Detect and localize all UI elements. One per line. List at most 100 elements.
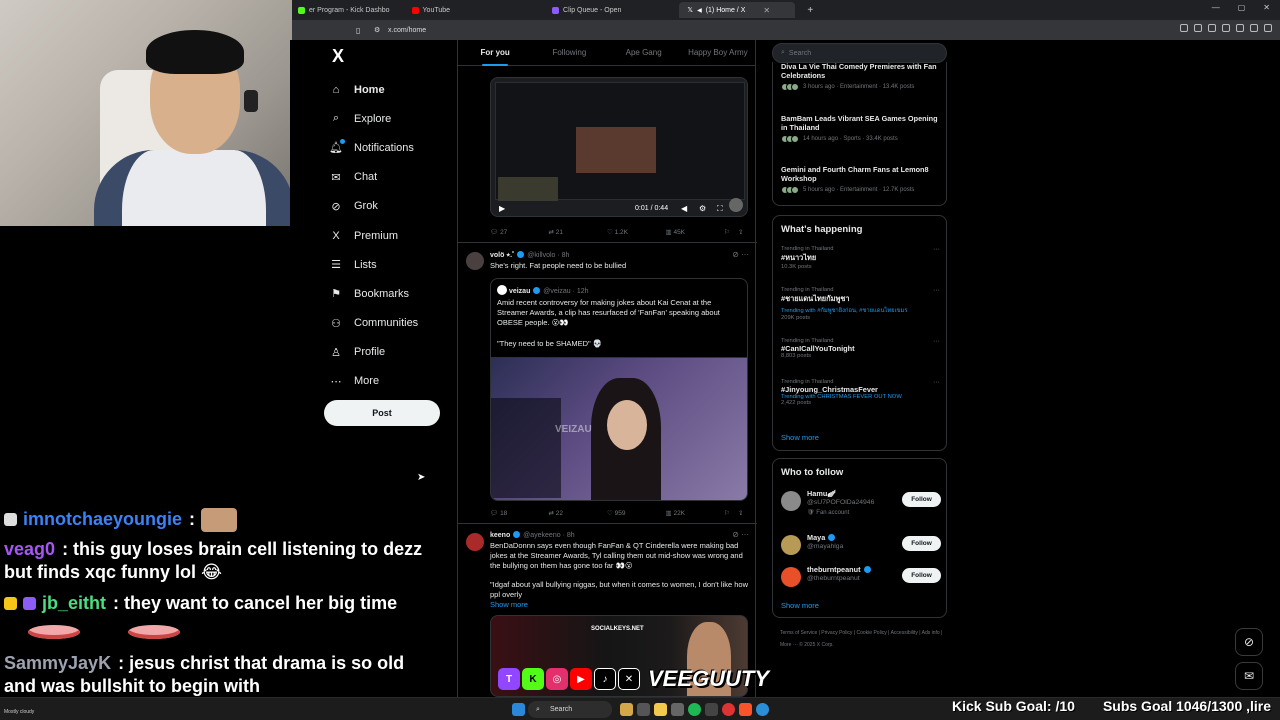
like-button[interactable]: ♡ 959	[607, 509, 666, 517]
more-options-icon[interactable]: ···	[933, 287, 940, 294]
taskbar-app-icon[interactable]	[756, 703, 769, 716]
trend-item[interactable]: Trending in Thailand #ชายแดนไทยกัมพูชา T…	[773, 287, 948, 321]
fullscreen-icon[interactable]: ⛶	[717, 204, 723, 214]
follow-suggestion[interactable]: Hamu🪽 @sU7POFOlDa24946 🛡 Fan account Fol…	[781, 489, 941, 516]
menu-icon[interactable]	[1264, 24, 1272, 32]
quote-video-thumbnail[interactable]: VEIZAU	[490, 357, 748, 501]
browser-tab-youtube[interactable]: YouTube	[404, 2, 459, 18]
sidebar-item-communities[interactable]: ⚇ Communities	[320, 309, 480, 338]
taskbar-app-icon[interactable]	[620, 703, 633, 716]
share-icon[interactable]: ⇪	[738, 509, 748, 517]
news-item[interactable]: Gemini and Fourth Charm Fans at Lemon8 W…	[773, 165, 948, 194]
share-icon[interactable]: ⇪	[738, 228, 748, 236]
sidebar-item-grok[interactable]: ⊘ Grok	[320, 192, 480, 221]
show-more-link[interactable]: Show more	[773, 601, 827, 610]
follow-button[interactable]: Follow	[902, 536, 941, 551]
extension-icon[interactable]	[1180, 24, 1188, 32]
trend-item[interactable]: Trending in Thailand #หนาวไทย 10.3K post…	[773, 246, 948, 270]
sidebar-item-explore[interactable]: ⌕ Explore	[320, 104, 480, 133]
follow-suggestion[interactable]: Maya @mayahlga Follow	[781, 533, 941, 559]
settings-icon[interactable]: ⚙	[699, 204, 706, 213]
volume-icon[interactable]: ◀	[681, 204, 687, 213]
author-handle[interactable]: @ayekeeno	[523, 532, 560, 539]
show-more-link[interactable]: Show more	[490, 600, 528, 610]
more-options-icon[interactable]: ···	[933, 246, 940, 253]
reply-button[interactable]: 💬︎ 27	[490, 228, 549, 236]
bookmark-icon[interactable]: ⚐	[724, 509, 738, 517]
more-options-icon[interactable]: ···	[933, 338, 940, 345]
browser-tab-x-home[interactable]: 𝕏 ◀ (1) Home / X ✕	[679, 2, 796, 18]
tab-ape-gang[interactable]: Ape Gang	[607, 40, 681, 66]
avatar[interactable]	[466, 252, 484, 270]
tab-for-you[interactable]: For you	[458, 40, 532, 66]
more-options-icon[interactable]: ⊘ ···	[732, 250, 749, 259]
extension-icon[interactable]	[1194, 24, 1202, 32]
views-button[interactable]: ▥ 22K	[666, 509, 725, 517]
grok-float-button[interactable]: ⊘	[1235, 628, 1263, 656]
tweet-video[interactable]: ▶ 0:01 / 0:44 ◀ ⚙ ⛶	[490, 77, 748, 217]
chrome-icon[interactable]	[722, 703, 735, 716]
sidebar-item-home[interactable]: ⌂ Home	[320, 75, 480, 104]
footer-links[interactable]: Terms of Service | Privacy Policy | Cook…	[780, 627, 950, 651]
avatar[interactable]	[466, 533, 484, 551]
more-options-icon[interactable]: ···	[933, 379, 940, 386]
views-button[interactable]: ▥ 45K	[666, 228, 725, 236]
follow-suggestion[interactable]: theburntpeanut @theburntpeanut Follow	[781, 565, 941, 591]
trend-item[interactable]: Trending in Thailand #Jinyoung_Christmas…	[773, 379, 948, 406]
repost-button[interactable]: ⇄ 22	[549, 509, 608, 517]
news-item[interactable]: Diva La Vie Thai Comedy Premieres with F…	[773, 62, 948, 91]
author-name[interactable]: volö ⭑.˚	[490, 252, 514, 259]
trend-with[interactable]: Trending with #กัมพูชายิงก่อน, #ชายแดนไท…	[781, 305, 940, 315]
follow-button[interactable]: Follow	[902, 568, 941, 583]
more-options-icon[interactable]: ⊘ ···	[732, 530, 749, 539]
play-icon[interactable]: ▶	[499, 204, 505, 213]
sidebar-item-profile[interactable]: ♙ Profile	[320, 338, 480, 367]
taskbar-app-icon[interactable]	[671, 703, 684, 716]
sidebar-item-more[interactable]: ⋯ More	[320, 367, 480, 396]
tweet[interactable]: ▶ 0:01 / 0:44 ◀ ⚙ ⛶ 💬︎ 27 ⇄ 21 ♡ 1.2K ▥ …	[458, 67, 757, 243]
follow-button[interactable]: Follow	[902, 492, 941, 507]
author-handle[interactable]: @killvolo	[527, 252, 555, 259]
close-tab-icon[interactable]: ✕	[763, 6, 770, 15]
sidebar-item-chat[interactable]: ✉ Chat	[320, 163, 480, 192]
file-explorer-icon[interactable]	[654, 703, 667, 716]
repost-button[interactable]: ⇄ 21	[549, 228, 608, 236]
like-button[interactable]: ♡ 1.2K	[607, 228, 666, 236]
messages-float-button[interactable]: ✉	[1235, 662, 1263, 690]
tab-following[interactable]: Following	[532, 40, 606, 66]
sidebar-item-premium[interactable]: X Premium	[320, 221, 480, 250]
windows-start-icon[interactable]	[512, 703, 525, 716]
taskbar-app-icon[interactable]	[705, 703, 718, 716]
tweet[interactable]: volö ⭑.˚ @killvolo · 8h ⊘ ··· She's righ…	[458, 244, 757, 524]
author-name[interactable]: keeno	[490, 532, 510, 539]
quoted-tweet[interactable]: veizau @veizau · 12h Amid recent controv…	[490, 278, 748, 501]
spotify-icon[interactable]	[688, 703, 701, 716]
sidebar-item-bookmarks[interactable]: ⚑ Bookmarks	[320, 279, 480, 308]
close-window-icon[interactable]: ✕	[1263, 3, 1270, 12]
extension-icon[interactable]	[1250, 24, 1258, 32]
sidebar-item-notifications[interactable]: 🔔︎ Notifications	[320, 133, 480, 162]
site-info-icon[interactable]: ⚙	[374, 26, 380, 34]
browser-tab-kick[interactable]: er Program - Kick Dashbo	[290, 2, 398, 18]
post-button[interactable]: Post	[324, 400, 440, 426]
extension-icon[interactable]	[1208, 24, 1216, 32]
tab-happy-boy-army[interactable]: Happy Boy Army	[681, 40, 755, 66]
taskbar-search[interactable]: ⌕ Search	[528, 701, 612, 718]
url-field[interactable]: x.com/home	[388, 27, 426, 34]
search-input[interactable]: ⌕ Search	[772, 43, 947, 63]
maximize-icon[interactable]: ▢	[1238, 3, 1246, 12]
show-more-link[interactable]: Show more	[773, 433, 827, 442]
news-item[interactable]: BamBam Leads Vibrant SEA Games Opening i…	[773, 114, 948, 143]
new-tab-icon[interactable]: +	[807, 5, 813, 16]
extension-icon[interactable]	[1236, 24, 1244, 32]
brave-icon[interactable]	[739, 703, 752, 716]
bookmark-star-icon[interactable]: ▯	[356, 26, 360, 35]
bookmark-icon[interactable]: ⚐	[724, 228, 738, 236]
grok-video-icon[interactable]	[729, 198, 743, 212]
reply-button[interactable]: 💬︎ 18	[490, 509, 549, 517]
browser-tab-clip-queue[interactable]: Clip Queue - Open	[544, 2, 629, 18]
extension-icon[interactable]	[1222, 24, 1230, 32]
minimize-icon[interactable]: —	[1212, 3, 1220, 12]
taskbar-app-icon[interactable]	[637, 703, 650, 716]
sidebar-item-lists[interactable]: ☰ Lists	[320, 250, 480, 279]
